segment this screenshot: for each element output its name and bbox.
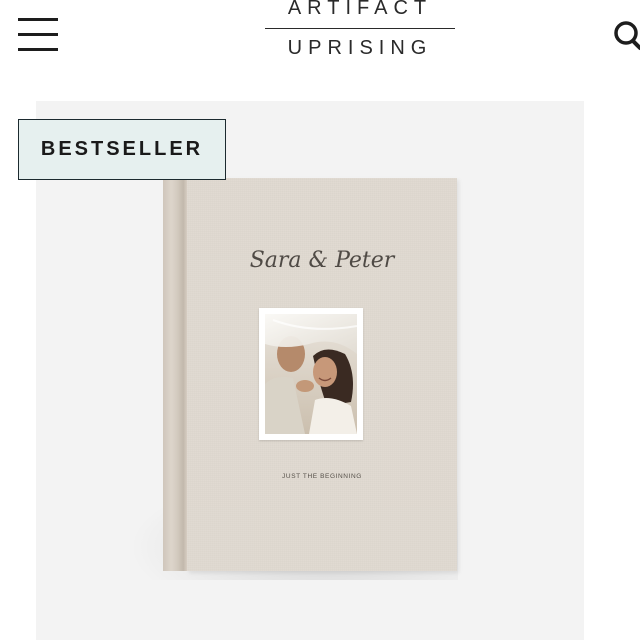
cover-photo	[265, 314, 357, 434]
book-title: Sara & Peter	[249, 248, 395, 273]
search-icon	[614, 21, 640, 50]
badge-label: BESTSELLER	[40, 138, 204, 160]
search-button[interactable]	[606, 14, 640, 54]
bestseller-badge: BESTSELLER	[18, 119, 226, 180]
site-header: ARTIFACT UPRISING	[0, 0, 640, 80]
hamburger-menu-icon	[18, 18, 58, 21]
photo-book[interactable]: Sara & Peter JUST THE BEGINNING	[163, 178, 457, 571]
page: ARTIFACT UPRISING BESTSELLER Sara & Pete…	[0, 0, 640, 640]
book-cover: Sara & Peter JUST THE BEGINNING	[187, 178, 457, 571]
couple-photo-image	[265, 314, 357, 434]
book-tagline: JUST THE BEGINNING	[282, 473, 362, 480]
cover-photo-frame	[259, 308, 363, 440]
logo-line-1: ARTIFACT	[287, 0, 433, 19]
logo-line-2: UPRISING	[287, 37, 433, 59]
site-logo[interactable]: ARTIFACT UPRISING	[260, 0, 460, 64]
book-spine	[163, 178, 187, 571]
logo-divider	[265, 28, 455, 29]
menu-button[interactable]	[14, 16, 62, 56]
